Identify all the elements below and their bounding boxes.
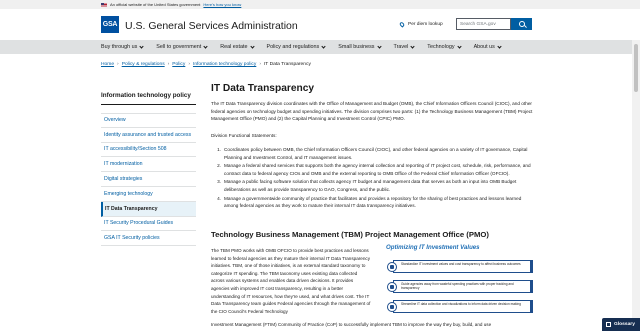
scrollbar-thumb[interactable] [634,44,638,92]
data-icon [387,301,397,312]
sidebar-item-digital-strategies[interactable]: Digital strategies [101,172,196,187]
intro-paragraph: The IT Data Transparency division coordi… [211,101,533,122]
tbm-heading: Technology Business Management (TBM) Pro… [211,230,489,239]
map-pin-icon [398,21,406,28]
optimizing-it-investment-graphic: Optimizing IT Investment Values Standard… [385,244,535,319]
search-input[interactable]: Search GSA.gov [456,18,511,30]
breadcrumb-policy[interactable]: Policy [172,62,185,67]
sidebar-item-emerging-technology[interactable]: Emerging technology [101,187,196,202]
sidebar-item-it-accessibility[interactable]: IT accessibility/Section 508 [101,143,196,158]
nav-buy-through-us[interactable]: Buy through us [101,43,144,50]
breadcrumb-home[interactable]: Home [101,62,114,67]
official-banner: An official website of the United States… [0,0,640,9]
sidebar-item-it-security-guides[interactable]: IT Security Procedural Guides [101,217,196,232]
list-item: 1. Coordinates policy between OMB, the Ch… [217,147,528,160]
list-item: 2. Manage a federal shared services that … [217,163,531,176]
chevron-down-icon [497,43,502,49]
breadcrumb-current: IT Data Transparency [263,62,311,67]
sidebar-item-it-modernization[interactable]: IT modernization [101,157,196,173]
nav-small-business[interactable]: Small business [338,43,382,50]
nav-about-us[interactable]: About us [474,43,502,50]
list-item: 4. Manage a governmentwide community of p… [217,195,522,209]
site-title[interactable]: U.S. General Services Administration [125,20,298,32]
graphic-row: Standardize IT investment values and cos… [387,258,533,275]
nav-policy-and-regulations[interactable]: Policy and regulations [267,43,326,50]
graphic-title: Optimizing IT Investment Values [386,244,480,251]
chevron-down-icon [376,43,382,49]
us-flag-icon [101,2,107,7]
breadcrumb-policy-regulations[interactable]: Policy & regulations [122,62,165,67]
chevron-down-icon [321,43,326,49]
gsa-logo[interactable]: GSA [101,16,119,33]
functions-label: Division Functional Statements: [211,133,277,138]
chart-icon [387,261,397,272]
glossary-label: Glossary [614,322,635,327]
tbm-paragraph: The TBM PMO works with OMB OFCIO to prov… [211,248,371,314]
page-scrollbar[interactable] [632,40,640,331]
per-diem-link[interactable]: Per diem lookup [398,21,443,28]
side-nav: Information technology policy Overview I… [101,92,196,247]
search-button[interactable] [511,18,532,30]
breadcrumb: Home › Policy & regulations › Policy › Info… [101,62,311,67]
sidebar-item-overview[interactable]: Overview [101,113,196,128]
nav-technology[interactable]: Technology [427,43,462,50]
chevron-down-icon [139,43,144,49]
chevron-down-icon [456,43,462,49]
tbm-paragraph-continued: Investment Management (FTIM) Community o… [211,322,492,327]
nav-real-estate[interactable]: Real estate [220,43,255,50]
sidebar-item-it-data-transparency[interactable]: IT Data Transparency [101,201,196,217]
sidebar-item-gsa-it-security-policies[interactable]: GSA IT Security policies [101,231,196,247]
functions-list: 1. Coordinates policy between OMB, the Ch… [211,146,533,211]
chevron-down-icon [203,43,208,49]
tracking-icon [387,281,397,292]
nav-travel[interactable]: Travel [394,43,415,50]
site-header: GSA U.S. General Services Administration… [0,9,640,40]
list-item: 3. Manage a public facing software soluti… [217,179,517,192]
graphic-row: Streamline IT data collection and visual… [387,298,533,315]
banner-text: An official website of the United States… [110,2,201,7]
chevron-down-icon [410,43,415,49]
search-icon [518,21,525,27]
graphic-row: Guide agencies away from wasteful spendi… [387,278,533,295]
main-nav: Buy through us Sell to government Real e… [0,40,640,54]
sidebar-item-identity-assurance[interactable]: Identity assurance and trusted access [101,128,196,143]
book-icon [606,322,611,327]
per-diem-label: Per diem lookup [408,22,443,27]
sidebar-title: Information technology policy [101,92,196,105]
breadcrumb-it-policy[interactable]: Information technology policy [193,62,256,67]
heres-how-link[interactable]: Here's how you know [203,2,241,7]
page-title: IT Data Transparency [211,83,315,94]
chevron-down-icon [249,43,255,49]
glossary-button[interactable]: Glossary [602,318,640,331]
nav-sell-to-government[interactable]: Sell to government [156,43,208,50]
